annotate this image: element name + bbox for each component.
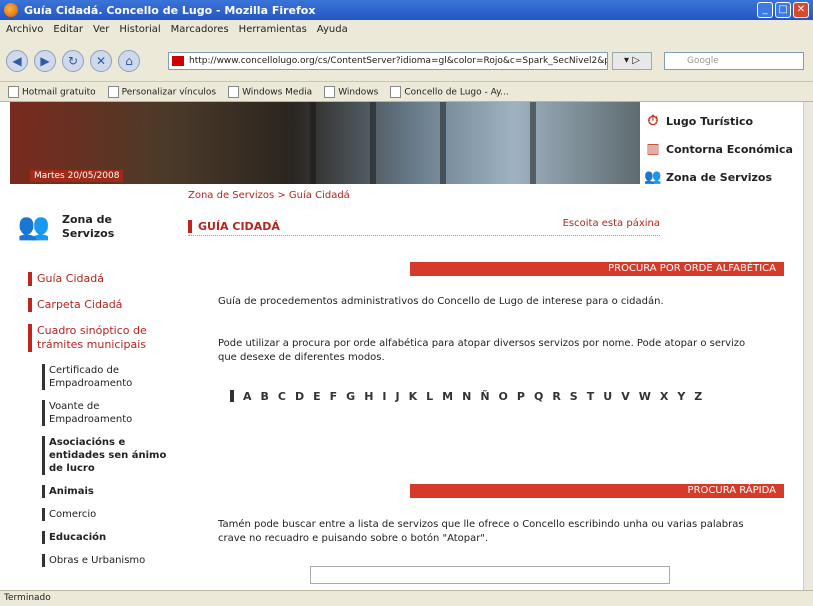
forward-arrow-icon[interactable]: ▶: [34, 50, 56, 72]
page-content: Martes 20/05/2008 ⏱ Lugo Turístico ▥ Con…: [0, 102, 813, 590]
menu-archivo[interactable]: Archivo: [6, 24, 43, 35]
window-titlebar: Guía Cidadá. Concello de Lugo - Mozilla …: [0, 0, 813, 20]
letter-a[interactable]: A: [243, 390, 252, 403]
letter-g[interactable]: G: [346, 390, 355, 403]
letter-m[interactable]: M: [442, 390, 453, 403]
nav-buttons: ◀ ▶ ↻ ✕ ⌂: [6, 50, 140, 72]
letter-s[interactable]: S: [570, 390, 578, 403]
bookmark-hotmail[interactable]: Hotmail gratuito: [8, 86, 96, 98]
nav-sub-educacion[interactable]: Educación: [42, 531, 178, 544]
quicklink-contorna-economica[interactable]: ▥ Contorna Económica: [644, 140, 793, 158]
alphabetic-search-header: PROCURA POR ORDE ALFABÉTICA: [410, 262, 784, 276]
menu-ver[interactable]: Ver: [93, 24, 109, 35]
letter-c[interactable]: C: [278, 390, 286, 403]
firefox-icon: [4, 3, 18, 17]
letter-h[interactable]: H: [364, 390, 373, 403]
banner-date: Martes 20/05/2008: [30, 170, 124, 182]
alphabet-index: A B C D E F G H I J K L M N Ñ O P Q R S …: [230, 390, 702, 403]
close-icon[interactable]: ✕: [793, 2, 809, 18]
window-controls: _ □ ✕: [757, 2, 809, 18]
letter-enie[interactable]: Ñ: [480, 390, 489, 403]
letter-v[interactable]: V: [621, 390, 630, 403]
menu-editar[interactable]: Editar: [53, 24, 83, 35]
alphabetic-description: Pode utilizar a procura por orde alfabét…: [218, 338, 746, 363]
people-icon: 👥: [17, 212, 51, 242]
go-button[interactable]: ▾ ▷: [612, 52, 652, 70]
letter-y[interactable]: Y: [677, 390, 685, 403]
letter-w[interactable]: W: [639, 390, 651, 403]
letter-n[interactable]: N: [462, 390, 471, 403]
navigation-toolbar: ◀ ▶ ↻ ✕ ⌂ http://www.concellolugo.org/cs…: [0, 38, 813, 82]
alphabet-marker: [230, 390, 234, 402]
page-title: GUÍA CIDADÁ: [188, 220, 280, 233]
minimize-icon[interactable]: _: [757, 2, 773, 18]
maximize-icon[interactable]: □: [775, 2, 791, 18]
menu-herramientas[interactable]: Herramientas: [239, 24, 307, 35]
menu-historial[interactable]: Historial: [119, 24, 160, 35]
section-header: 👥 Zona de Servizos: [14, 208, 122, 246]
quicklink-lugo-turistico[interactable]: ⏱ Lugo Turístico: [644, 112, 754, 130]
listen-link[interactable]: Escoita esta páxina: [563, 218, 660, 229]
menu-ayuda[interactable]: Ayuda: [317, 24, 348, 35]
nav-guia-cidada[interactable]: Guía Cidadá: [28, 272, 178, 286]
nav-carpeta-cidada[interactable]: Carpeta Cidadá: [28, 298, 178, 312]
letter-p[interactable]: P: [517, 390, 525, 403]
menu-bar: Archivo Editar Ver Historial Marcadores …: [0, 20, 813, 38]
quick-search-description: Tamén pode buscar entre a lista de servi…: [218, 519, 744, 544]
nav-sub-obras[interactable]: Obras e Urbanismo: [42, 554, 178, 567]
letter-k[interactable]: K: [409, 390, 418, 403]
stop-icon[interactable]: ✕: [90, 50, 112, 72]
letter-f[interactable]: F: [330, 390, 338, 403]
nav-sub-voante[interactable]: Voante de Empadroamento: [42, 400, 178, 426]
section-title: Zona de Servizos: [62, 213, 115, 240]
letter-q[interactable]: Q: [534, 390, 543, 403]
letter-b[interactable]: B: [261, 390, 269, 403]
nav-sub-asociacions[interactable]: Asociacións e entidades sen ánimo de luc…: [42, 436, 178, 475]
home-icon[interactable]: ⌂: [118, 50, 140, 72]
letter-r[interactable]: R: [552, 390, 560, 403]
nav-sub-certificado[interactable]: Certificado de Empadroamento: [42, 364, 178, 390]
quick-search-header: PROCURA RÁPIDA: [410, 484, 784, 498]
header-banner: Martes 20/05/2008: [10, 102, 640, 184]
letter-j[interactable]: J: [396, 390, 400, 403]
letter-d[interactable]: D: [295, 390, 304, 403]
back-arrow-icon[interactable]: ◀: [6, 50, 28, 72]
clock-icon: ⏱: [647, 113, 659, 129]
bookmarks-bar: Hotmail gratuito Personalizar vínculos W…: [0, 82, 813, 102]
letter-o[interactable]: O: [499, 390, 508, 403]
breadcrumb[interactable]: Zona de Servizos > Guía Cidadá: [188, 190, 350, 201]
letter-l[interactable]: L: [426, 390, 433, 403]
letter-x[interactable]: X: [660, 390, 668, 403]
bookmark-windows[interactable]: Windows: [324, 86, 378, 98]
letter-z[interactable]: Z: [694, 390, 702, 403]
left-navigation: Guía Cidadá Carpeta Cidadá Cuadro sinópt…: [28, 272, 178, 577]
chart-icon: ▥: [646, 141, 660, 157]
letter-e[interactable]: E: [313, 390, 321, 403]
nav-cuadro-sinoptico[interactable]: Cuadro sinóptico de trámites municipais: [28, 324, 178, 352]
letter-u[interactable]: U: [603, 390, 612, 403]
status-bar: Terminado: [0, 590, 813, 606]
search-input[interactable]: Google: [664, 52, 804, 70]
guide-intro-text: Guía de procedementos administrativos do…: [218, 296, 664, 307]
letter-t[interactable]: T: [587, 390, 595, 403]
nav-sub-comercio[interactable]: Comercio: [42, 508, 178, 521]
bookmark-concello[interactable]: Concello de Lugo - Ay...: [390, 86, 508, 98]
quicklink-zona-servizos[interactable]: 👥 Zona de Servizos: [644, 168, 772, 186]
bookmark-personalizar[interactable]: Personalizar vínculos: [108, 86, 216, 98]
address-bar[interactable]: http://www.concellolugo.org/cs/ContentSe…: [168, 52, 608, 70]
page-scrollbar[interactable]: [803, 102, 813, 590]
quick-search-input[interactable]: [310, 566, 670, 584]
nav-sub-animais[interactable]: Animais: [42, 485, 178, 498]
page-heading-bar: GUÍA CIDADÁ Escoita esta páxina: [188, 218, 660, 236]
bookmark-windows-media[interactable]: Windows Media: [228, 86, 312, 98]
people-icon: 👥: [644, 169, 662, 185]
reload-icon[interactable]: ↻: [62, 50, 84, 72]
window-title: Guía Cidadá. Concello de Lugo - Mozilla …: [24, 3, 316, 17]
menu-marcadores[interactable]: Marcadores: [171, 24, 229, 35]
letter-i[interactable]: I: [382, 390, 386, 403]
